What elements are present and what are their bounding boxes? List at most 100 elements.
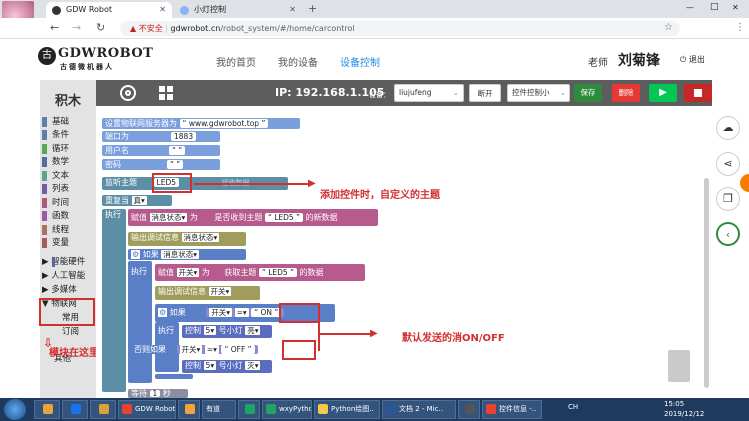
block-dropdown[interactable]: 开关▾ (209, 308, 233, 317)
disconnect-button[interactable]: 断开 (469, 84, 501, 102)
tab-gdw-robot[interactable]: GDW Robot ✕ (46, 2, 172, 18)
block-dropdown[interactable]: 消息状态▾ (181, 233, 220, 242)
taskbar-app[interactable] (90, 400, 116, 419)
trash-icon[interactable] (668, 350, 690, 382)
minimize-button[interactable]: — (686, 3, 694, 12)
block-dropdown[interactable]: 开关▾ (176, 268, 200, 277)
start-button[interactable] (4, 399, 26, 420)
category-list[interactable]: 列表 (42, 184, 69, 194)
back-icon[interactable]: ← (50, 21, 59, 35)
block-field[interactable]: “ OFF ” (221, 345, 255, 354)
block-field[interactable]: “ ” (169, 146, 186, 155)
block-dropdown[interactable]: 灭▾ (245, 361, 261, 370)
block-field[interactable]: “ ON ” (251, 308, 282, 317)
category-condition[interactable]: 条件 (42, 130, 69, 140)
block-dropdown[interactable]: 消息状态▾ (161, 250, 200, 259)
taskbar-word[interactable]: 文档 2 - Mic.. (382, 400, 456, 419)
category-subscribe[interactable]: 订阅 (62, 327, 79, 337)
close-window-button[interactable]: ✕ (732, 3, 739, 12)
block-dropdown[interactable]: 亮▾ (245, 326, 261, 335)
block-dropdown[interactable]: 5▾ (203, 326, 217, 335)
collapse-arrow-icon[interactable]: ‹ (716, 222, 740, 246)
clock-time[interactable]: 15:05 (664, 400, 684, 408)
taskbar-python-draw[interactable]: Python绘图.. (314, 400, 380, 419)
url-field[interactable]: ▲ 不安全 | gdwrobot.cn/robot_system/#/home/… (120, 21, 680, 36)
new-tab-button[interactable]: + (308, 2, 317, 15)
scrollbar-vertical[interactable] (704, 178, 709, 388)
tab-lamp-control[interactable]: 小灯控制 ✕ (174, 2, 302, 18)
block-dropdown[interactable]: 开关▾ (179, 345, 203, 354)
category-loop[interactable]: 循环 (42, 144, 69, 154)
block-lamp-on[interactable]: 控制 5▾ 号小灯 亮▾ (182, 325, 272, 338)
block-repeat-while[interactable]: 重复当 真▾ (102, 195, 172, 206)
category-variable[interactable]: 变量 (42, 238, 69, 248)
taskbar-chrome[interactable]: GDW Robot... (118, 400, 176, 419)
block-debug-switch[interactable]: 输出调试信息 开关▾ (155, 286, 260, 300)
grid-icon[interactable] (159, 86, 173, 100)
category-function[interactable]: 函数 (42, 211, 69, 221)
category-ai[interactable]: ▶ 人工智能 (42, 271, 85, 281)
category-math[interactable]: 数学 (42, 157, 69, 167)
block-port[interactable]: 端口为 1883 (102, 131, 220, 142)
category-time[interactable]: 时间 (42, 198, 69, 208)
block-lamp-off[interactable]: 控制 5▾ 号小灯 灭▾ (182, 360, 272, 373)
stop-icon[interactable] (684, 84, 712, 102)
block-username[interactable]: 用户名 “ ” (102, 145, 220, 156)
taskbar-python[interactable]: wxyPython [.. (262, 400, 312, 419)
compare-block[interactable]: 开关▾ =▾ “ OFF ” (176, 345, 258, 354)
block-dropdown[interactable]: 真▾ (131, 196, 147, 205)
taskbar-app[interactable] (62, 400, 88, 419)
bookmark-star-icon[interactable]: ☆ (664, 22, 673, 33)
logout-button[interactable]: ⏻ 退出 (680, 54, 705, 65)
logo[interactable]: 古 GDWROBOT 古德微机器人 (38, 44, 153, 74)
nav-home[interactable]: 我的首页 (216, 54, 256, 69)
forward-icon[interactable]: → (72, 21, 81, 35)
gear-icon[interactable]: ⚙ (131, 250, 141, 259)
taskbar-youdao[interactable]: 有道 (202, 400, 236, 419)
category-text[interactable]: 文本 (42, 171, 69, 181)
category-smart-hardware[interactable]: ▶ 智能硬件 (42, 257, 85, 267)
share-icon[interactable]: ⋖ (716, 152, 740, 176)
block-field[interactable]: 1883 (171, 132, 197, 141)
taskbar-app[interactable] (178, 400, 200, 419)
block-field[interactable]: “ LED5 ” (258, 268, 297, 277)
taskbar-control-info[interactable]: 控件信息 -.. (482, 400, 542, 419)
nav-my-devices[interactable]: 我的设备 (278, 54, 318, 69)
block-assign-msg[interactable]: 赋值 消息状态▾ 为 是否收到主题 “ LED5 ” 的新数据 (128, 209, 378, 226)
target-icon[interactable] (120, 85, 136, 101)
block-field[interactable]: “ www.gdwrobot.top ” (179, 119, 269, 128)
copy-icon[interactable]: ❐ (716, 187, 740, 211)
cloud-upload-icon[interactable]: ☁ (716, 116, 740, 140)
block-set-server[interactable]: 设置物联网服务器为 “ www.gdwrobot.top ” (102, 118, 300, 129)
reload-icon[interactable]: ↻ (96, 21, 105, 35)
taskbar-app[interactable] (238, 400, 260, 419)
block-field[interactable]: “ LED5 ” (264, 213, 303, 222)
compare-block[interactable]: 开关▾ =▾ “ ON ” (206, 308, 285, 317)
block-dropdown[interactable]: 消息状态▾ (149, 213, 188, 222)
taskbar-app[interactable] (34, 400, 60, 419)
device-select[interactable]: liujufeng ⌄ (394, 84, 464, 102)
block-debug-msg[interactable]: 输出调试信息 消息状态▾ (128, 232, 246, 246)
block-field[interactable]: “ ” (167, 160, 184, 169)
block-field[interactable]: 1 (149, 390, 161, 397)
category-multimedia[interactable]: ▶ 多媒体 (42, 285, 77, 295)
gear-icon[interactable]: ⚙ (158, 308, 168, 317)
block-assign-switch[interactable]: 赋值 开关▾ 为 获取主题 “ LED5 ” 的数据 (155, 264, 365, 281)
clock-date[interactable]: 2019/12/12 (664, 410, 704, 418)
play-icon[interactable]: ▶ (649, 84, 677, 102)
block-wait[interactable]: 等待 1 秒 (128, 389, 188, 398)
block-if-msg[interactable]: ⚙ 如果 消息状态▾ (128, 249, 246, 260)
maximize-button[interactable]: □ (710, 2, 719, 12)
nav-device-control[interactable]: 设备控制 (340, 54, 380, 69)
control-select[interactable]: 控件控制小 ⌄ (507, 84, 570, 102)
taskbar-app[interactable] (458, 400, 480, 419)
close-tab-icon[interactable]: ✕ (159, 2, 166, 18)
block-password[interactable]: 密码 “ ” (102, 159, 220, 170)
save-button[interactable]: 保存 (574, 84, 602, 102)
input-language[interactable]: CH (568, 403, 578, 411)
category-basic[interactable]: 基础 (42, 117, 69, 127)
close-tab-icon[interactable]: ✕ (289, 2, 296, 18)
block-dropdown[interactable]: 开关▾ (208, 287, 232, 296)
delete-button[interactable]: 删除 (612, 84, 640, 102)
category-thread[interactable]: 线程 (42, 225, 69, 235)
